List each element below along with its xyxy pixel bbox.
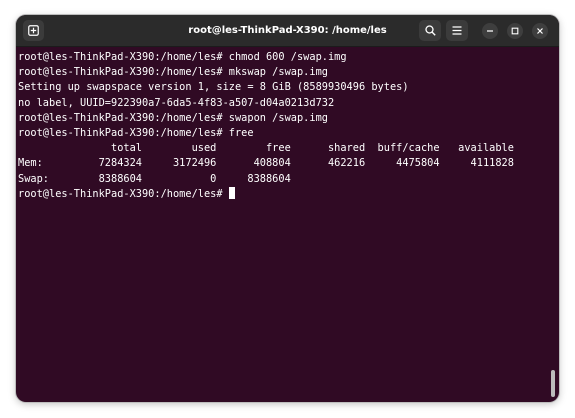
search-icon [424,25,436,36]
new-tab-icon [28,25,39,36]
new-tab-button[interactable] [23,20,44,41]
terminal-line: Setting up swapspace version 1, size = 8… [18,81,409,94]
scrollbar[interactable] [551,370,555,397]
terminal-line: root@les-ThinkPad-X390:/home/les# swapon… [18,111,328,124]
terminal-line: total used free shared buff/cache availa… [18,142,514,155]
text-cursor [228,186,235,199]
terminal-line: root@les-ThinkPad-X390:/home/les# free [18,126,254,139]
close-button[interactable] [532,23,548,39]
prompt-line: root@les-ThinkPad-X390:/home/les# [18,186,548,202]
terminal-line: root@les-ThinkPad-X390:/home/les# mkswap… [18,66,328,79]
hamburger-menu-icon [452,26,462,35]
terminal-line: no label, UUID=922390a7-6da5-4f83-a507-d… [18,96,335,109]
search-button[interactable] [419,20,441,41]
minimize-icon [487,30,493,32]
terminal-line: Swap: 8388604 0 8388604 [18,172,291,185]
minimize-button[interactable] [482,23,498,39]
window-title: root@les-ThinkPad-X390: /home/les [188,25,387,36]
close-icon [537,28,543,34]
menu-button[interactable] [446,20,468,41]
terminal-window: root@les-ThinkPad-X390: /home/les root@l… [16,15,559,402]
maximize-icon [511,27,519,35]
terminal-output[interactable]: root@les-ThinkPad-X390:/home/les# chmod … [18,50,548,395]
title-bar[interactable]: root@les-ThinkPad-X390: /home/les [16,15,559,47]
terminal-line: root@les-ThinkPad-X390:/home/les# chmod … [18,51,347,63]
terminal-line: Mem: 7284324 3172496 408804 462216 44758… [18,157,514,170]
maximize-button[interactable] [507,23,523,39]
prompt-text: root@les-ThinkPad-X390:/home/les# [18,187,229,200]
